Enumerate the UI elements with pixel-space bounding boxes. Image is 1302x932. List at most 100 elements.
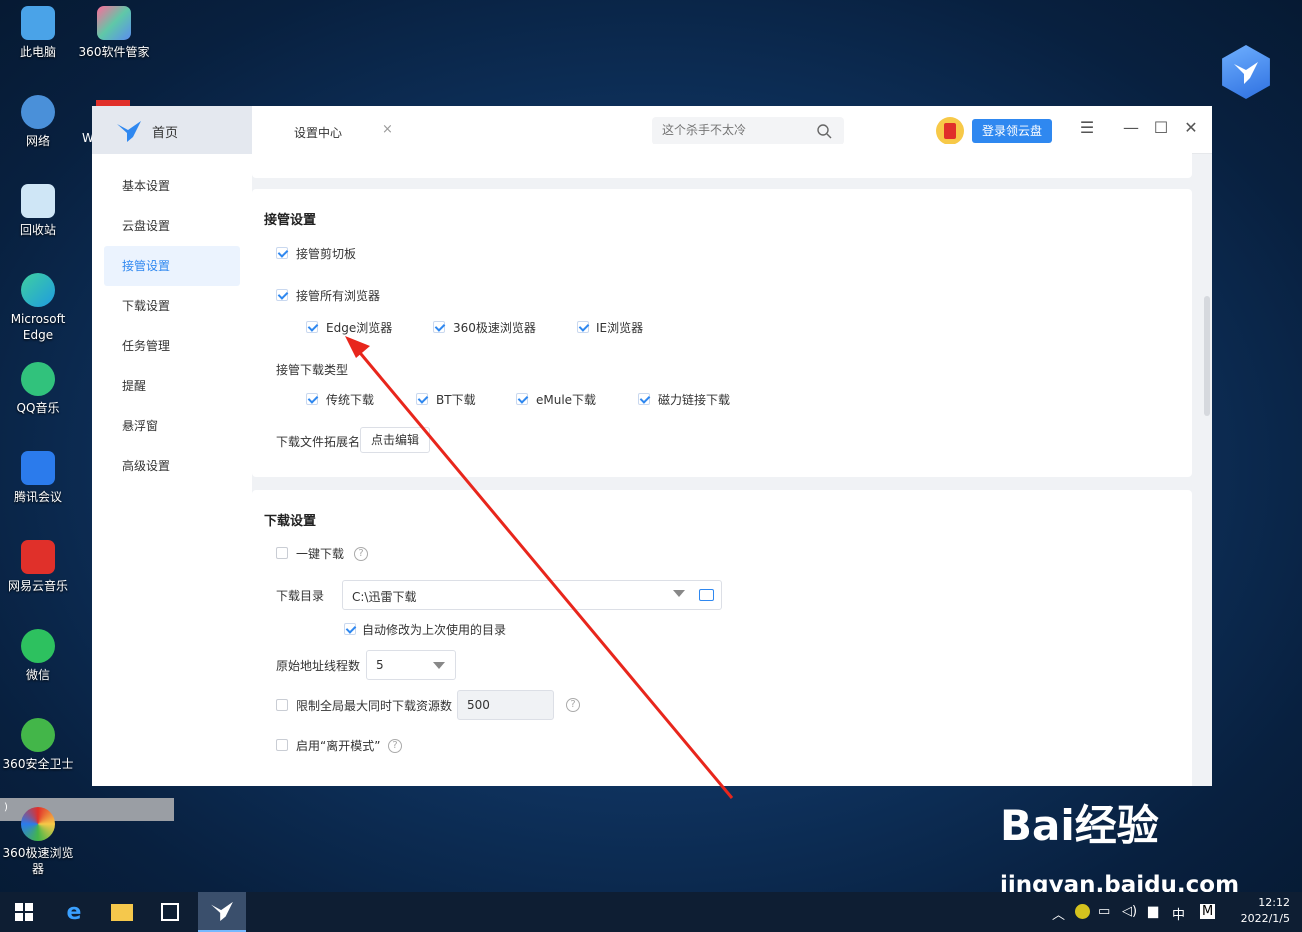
download-card: 下载设置 一键下载 ? 下载目录 C:\迅雷下载 自动修改为上次使用的目录 原始… xyxy=(252,490,1192,786)
sidebar-item-cloud[interactable]: 云盘设置 xyxy=(104,206,240,246)
desktop-icon-wechat[interactable]: 微信 xyxy=(0,629,76,683)
all-browsers-checkbox[interactable] xyxy=(276,289,288,301)
download-title: 下载设置 xyxy=(264,514,317,529)
threads-value: 5 xyxy=(376,658,384,672)
desktop-icon-netease-music[interactable]: 网易云音乐 xyxy=(0,540,76,594)
auto-change-label: 自动修改为上次使用的目录 xyxy=(362,623,507,637)
threads-select[interactable]: 5 xyxy=(366,650,456,680)
threads-label: 原始地址线程数 xyxy=(276,659,361,673)
chevron-down-icon[interactable] xyxy=(673,590,685,597)
taskbar-explorer[interactable] xyxy=(98,892,146,932)
network-icon[interactable]: ▭ xyxy=(1098,904,1110,919)
bt-checkbox[interactable] xyxy=(416,393,428,405)
login-cloud-button[interactable]: 登录领云盘 xyxy=(972,119,1052,143)
limit-input[interactable]: 500 xyxy=(457,690,554,720)
clock[interactable]: 12:12 2022/1/5 xyxy=(1228,895,1290,927)
help-icon[interactable]: ? xyxy=(388,739,402,753)
desktop-icon-360-software[interactable]: 360软件管家 xyxy=(76,6,152,60)
search-input[interactable] xyxy=(662,123,812,137)
help-icon[interactable]: ? xyxy=(566,698,580,712)
360-browser-label: 360极速浏览器 xyxy=(453,321,536,335)
chevron-down-icon[interactable] xyxy=(433,662,445,669)
desktop-icon-edge[interactable]: Microsoft Edge xyxy=(0,273,76,343)
desktop-icon-recycle-bin[interactable]: 回收站 xyxy=(0,184,76,238)
magnet-checkbox[interactable] xyxy=(638,393,650,405)
ext-label: 下载文件拓展名 xyxy=(276,435,361,449)
taskbar: e ︿ ▭ ◁) ▆ 中 M 12:12 2022/1/5 xyxy=(0,892,1302,932)
clipboard-checkbox[interactable] xyxy=(276,247,288,259)
taskbar-thunder[interactable] xyxy=(198,892,246,932)
folder-icon[interactable] xyxy=(699,589,714,601)
dir-select[interactable]: C:\迅雷下载 xyxy=(342,580,722,610)
help-icon[interactable]: ? xyxy=(354,547,368,561)
traditional-checkbox[interactable] xyxy=(306,393,318,405)
ie-checkbox[interactable] xyxy=(577,321,589,333)
ie-label: IE浏览器 xyxy=(596,321,644,335)
message-icon[interactable]: ▆ xyxy=(1148,904,1158,919)
away-mode-checkbox[interactable] xyxy=(276,739,288,751)
tencent-meeting-icon xyxy=(21,451,55,485)
360-software-icon xyxy=(97,6,131,40)
desktop-icon-360-browser[interactable]: 360极速浏览器 xyxy=(0,807,76,877)
windows-icon xyxy=(15,903,33,921)
ime-indicator[interactable]: 中 xyxy=(1172,904,1185,923)
traditional-label: 传统下载 xyxy=(326,393,375,407)
dir-label: 下载目录 xyxy=(276,589,325,603)
360-browser-checkbox[interactable] xyxy=(433,321,445,333)
tab-home[interactable]: 首页 xyxy=(92,106,252,154)
desktop-icon-this-pc[interactable]: 此电脑 xyxy=(0,6,76,60)
one-click-label: 一键下载 xyxy=(296,547,345,561)
volume-icon[interactable]: ◁) xyxy=(1122,904,1137,919)
menu-icon[interactable]: ☰ xyxy=(1076,118,1098,137)
sidebar-item-reminder[interactable]: 提醒 xyxy=(104,366,240,406)
minimize-icon[interactable]: — xyxy=(1120,118,1142,137)
settings-content: 接管设置 接管剪切板 接管所有浏览器 Edge浏览器 360极速浏览器 IE浏览… xyxy=(252,144,1212,786)
limit-checkbox[interactable] xyxy=(276,699,288,711)
edge-label: Edge浏览器 xyxy=(326,321,393,335)
thunder-icon xyxy=(211,901,233,921)
sidebar-item-takeover[interactable]: 接管设置 xyxy=(104,246,240,286)
sidebar-item-download[interactable]: 下载设置 xyxy=(104,286,240,326)
emule-checkbox[interactable] xyxy=(516,393,528,405)
edge-icon xyxy=(21,273,55,307)
sidebar-item-advanced[interactable]: 高级设置 xyxy=(104,446,240,486)
away-mode-label: 启用“离开模式” xyxy=(296,739,381,753)
ime-mode-icon[interactable]: M xyxy=(1200,904,1216,919)
sidebar-item-tasks[interactable]: 任务管理 xyxy=(104,326,240,366)
wechat-icon xyxy=(21,629,55,663)
desktop-icon-360-safe[interactable]: 360安全卫士 xyxy=(0,718,76,772)
360-browser-icon xyxy=(21,807,55,841)
sidebar-item-basic[interactable]: 基本设置 xyxy=(104,166,240,206)
floating-thunder-icon[interactable] xyxy=(1222,45,1270,99)
dir-value: C:\迅雷下载 xyxy=(352,590,417,604)
auto-change-checkbox[interactable] xyxy=(344,623,356,635)
recycle-bin-icon xyxy=(21,184,55,218)
desktop-icon-qq-music[interactable]: QQ音乐 xyxy=(0,362,76,416)
close-tab-icon[interactable]: × xyxy=(382,122,393,137)
time: 12:12 xyxy=(1258,896,1290,909)
settings-sidebar: 基本设置 云盘设置 接管设置 下载设置 任务管理 提醒 悬浮窗 高级设置 xyxy=(92,154,252,786)
desktop-icon-tencent-meeting[interactable]: 腾讯会议 xyxy=(0,451,76,505)
taskbar-edge[interactable]: e xyxy=(50,892,98,932)
one-click-checkbox[interactable] xyxy=(276,547,288,559)
desktop-icon-network[interactable]: 网络 xyxy=(0,95,76,149)
taskbar-store[interactable] xyxy=(146,892,194,932)
qq-music-icon xyxy=(21,362,55,396)
prev-card-fragment xyxy=(252,144,1192,178)
search-box[interactable] xyxy=(652,117,844,145)
maximize-icon[interactable]: ☐ xyxy=(1150,118,1172,137)
all-browsers-label: 接管所有浏览器 xyxy=(296,289,381,303)
takeover-title: 接管设置 xyxy=(264,213,317,228)
red-packet-icon[interactable] xyxy=(936,117,964,145)
start-button[interactable] xyxy=(0,892,48,932)
scrollbar[interactable] xyxy=(1204,296,1210,416)
360-tray-icon[interactable] xyxy=(1075,904,1090,919)
edge-checkbox[interactable] xyxy=(306,321,318,333)
sidebar-item-float[interactable]: 悬浮窗 xyxy=(104,406,240,446)
search-icon[interactable] xyxy=(816,123,832,139)
360-safe-icon xyxy=(21,718,55,752)
edit-ext-button[interactable]: 点击编辑 xyxy=(360,427,431,453)
magnet-label: 磁力链接下载 xyxy=(658,393,731,407)
close-icon[interactable]: ✕ xyxy=(1180,118,1202,137)
chevron-up-icon[interactable]: ︿ xyxy=(1052,904,1065,923)
